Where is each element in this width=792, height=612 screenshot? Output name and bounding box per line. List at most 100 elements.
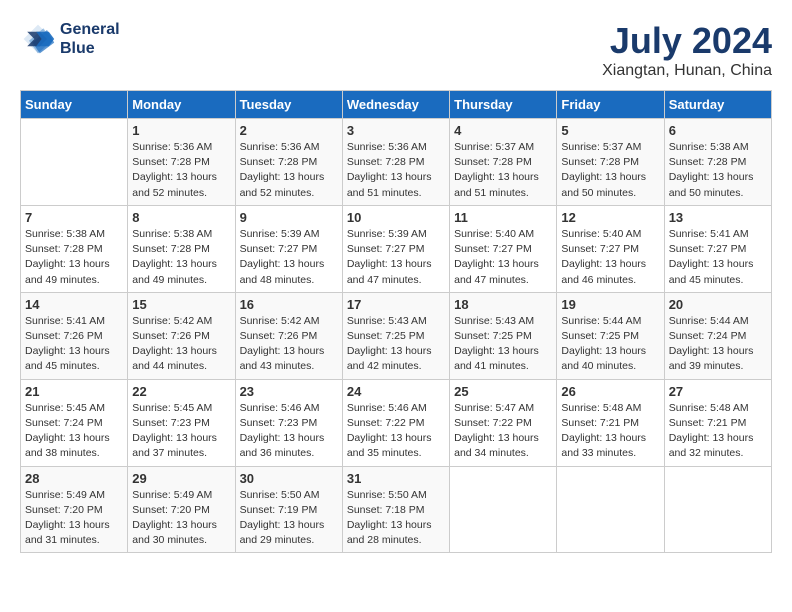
day-number: 20 (669, 297, 767, 312)
column-header-monday: Monday (128, 91, 235, 119)
day-number: 30 (240, 471, 338, 486)
logo-line1: General (60, 21, 120, 38)
calendar-table: SundayMondayTuesdayWednesdayThursdayFrid… (20, 90, 772, 553)
day-info: Sunrise: 5:38 AM Sunset: 7:28 PM Dayligh… (132, 227, 230, 288)
calendar-cell (664, 466, 771, 553)
calendar-cell (450, 466, 557, 553)
calendar-cell: 8 Sunrise: 5:38 AM Sunset: 7:28 PM Daylig… (128, 205, 235, 292)
calendar-cell: 31 Sunrise: 5:50 AM Sunset: 7:18 PM Dayli… (342, 466, 449, 553)
day-info: Sunrise: 5:39 AM Sunset: 7:27 PM Dayligh… (347, 227, 445, 288)
day-info: Sunrise: 5:45 AM Sunset: 7:23 PM Dayligh… (132, 401, 230, 462)
calendar-cell: 7 Sunrise: 5:38 AM Sunset: 7:28 PM Daylig… (21, 205, 128, 292)
calendar-cell (557, 466, 664, 553)
day-number: 3 (347, 123, 445, 138)
day-number: 16 (240, 297, 338, 312)
day-info: Sunrise: 5:46 AM Sunset: 7:22 PM Dayligh… (347, 401, 445, 462)
day-info: Sunrise: 5:46 AM Sunset: 7:23 PM Dayligh… (240, 401, 338, 462)
calendar-cell: 5 Sunrise: 5:37 AM Sunset: 7:28 PM Daylig… (557, 119, 664, 206)
calendar-cell: 4 Sunrise: 5:37 AM Sunset: 7:28 PM Daylig… (450, 119, 557, 206)
day-info: Sunrise: 5:38 AM Sunset: 7:28 PM Dayligh… (25, 227, 123, 288)
day-info: Sunrise: 5:37 AM Sunset: 7:28 PM Dayligh… (561, 140, 659, 201)
calendar-cell: 9 Sunrise: 5:39 AM Sunset: 7:27 PM Daylig… (235, 205, 342, 292)
day-info: Sunrise: 5:49 AM Sunset: 7:20 PM Dayligh… (25, 488, 123, 549)
day-number: 2 (240, 123, 338, 138)
day-info: Sunrise: 5:41 AM Sunset: 7:26 PM Dayligh… (25, 314, 123, 375)
calendar-cell (21, 119, 128, 206)
day-info: Sunrise: 5:42 AM Sunset: 7:26 PM Dayligh… (132, 314, 230, 375)
calendar-cell: 18 Sunrise: 5:43 AM Sunset: 7:25 PM Dayli… (450, 292, 557, 379)
column-header-saturday: Saturday (664, 91, 771, 119)
calendar-cell: 17 Sunrise: 5:43 AM Sunset: 7:25 PM Dayli… (342, 292, 449, 379)
day-number: 1 (132, 123, 230, 138)
calendar-cell: 25 Sunrise: 5:47 AM Sunset: 7:22 PM Dayli… (450, 379, 557, 466)
calendar-cell: 11Sunrise: 5:40 AM Sunset: 7:27 PM Dayli… (450, 205, 557, 292)
week-row-2: 7 Sunrise: 5:38 AM Sunset: 7:28 PM Daylig… (21, 205, 772, 292)
day-info: Sunrise: 5:37 AM Sunset: 7:28 PM Dayligh… (454, 140, 552, 201)
day-info: Sunrise: 5:50 AM Sunset: 7:19 PM Dayligh… (240, 488, 338, 549)
column-header-sunday: Sunday (21, 91, 128, 119)
day-number: 21 (25, 384, 123, 399)
day-info: Sunrise: 5:47 AM Sunset: 7:22 PM Dayligh… (454, 401, 552, 462)
week-row-3: 14 Sunrise: 5:41 AM Sunset: 7:26 PM Dayli… (21, 292, 772, 379)
day-number: 18 (454, 297, 552, 312)
month-year-title: July 2024 (602, 20, 772, 62)
calendar-cell: 13 Sunrise: 5:41 AM Sunset: 7:27 PM Dayli… (664, 205, 771, 292)
day-info: Sunrise: 5:39 AM Sunset: 7:27 PM Dayligh… (240, 227, 338, 288)
calendar-cell: 10Sunrise: 5:39 AM Sunset: 7:27 PM Dayli… (342, 205, 449, 292)
calendar-cell: 24 Sunrise: 5:46 AM Sunset: 7:22 PM Dayli… (342, 379, 449, 466)
calendar-cell: 6Sunrise: 5:38 AM Sunset: 7:28 PM Daylig… (664, 119, 771, 206)
day-number: 8 (132, 210, 230, 225)
calendar-cell: 26Sunrise: 5:48 AM Sunset: 7:21 PM Dayli… (557, 379, 664, 466)
calendar-cell: 22Sunrise: 5:45 AM Sunset: 7:23 PM Dayli… (128, 379, 235, 466)
week-row-4: 21 Sunrise: 5:45 AM Sunset: 7:24 PM Dayli… (21, 379, 772, 466)
logo-line2: Blue (60, 40, 95, 57)
day-number: 4 (454, 123, 552, 138)
day-number: 15 (132, 297, 230, 312)
day-info: Sunrise: 5:40 AM Sunset: 7:27 PM Dayligh… (561, 227, 659, 288)
day-info: Sunrise: 5:42 AM Sunset: 7:26 PM Dayligh… (240, 314, 338, 375)
day-info: Sunrise: 5:50 AM Sunset: 7:18 PM Dayligh… (347, 488, 445, 549)
day-info: Sunrise: 5:36 AM Sunset: 7:28 PM Dayligh… (132, 140, 230, 201)
day-info: Sunrise: 5:45 AM Sunset: 7:24 PM Dayligh… (25, 401, 123, 462)
day-number: 24 (347, 384, 445, 399)
day-number: 28 (25, 471, 123, 486)
column-header-wednesday: Wednesday (342, 91, 449, 119)
day-number: 25 (454, 384, 552, 399)
week-row-1: 1 Sunrise: 5:36 AM Sunset: 7:28 PM Daylig… (21, 119, 772, 206)
calendar-cell: 14 Sunrise: 5:41 AM Sunset: 7:26 PM Dayli… (21, 292, 128, 379)
day-info: Sunrise: 5:43 AM Sunset: 7:25 PM Dayligh… (347, 314, 445, 375)
day-number: 14 (25, 297, 123, 312)
calendar-cell: 21 Sunrise: 5:45 AM Sunset: 7:24 PM Dayli… (21, 379, 128, 466)
calendar-cell: 1 Sunrise: 5:36 AM Sunset: 7:28 PM Daylig… (128, 119, 235, 206)
title-area: July 2024 Xiangtan, Hunan, China (602, 20, 772, 80)
calendar-cell: 29Sunrise: 5:49 AM Sunset: 7:20 PM Dayli… (128, 466, 235, 553)
day-info: Sunrise: 5:36 AM Sunset: 7:28 PM Dayligh… (240, 140, 338, 201)
calendar-header: SundayMondayTuesdayWednesdayThursdayFrid… (21, 91, 772, 119)
calendar-cell: 2 Sunrise: 5:36 AM Sunset: 7:28 PM Daylig… (235, 119, 342, 206)
day-number: 26 (561, 384, 659, 399)
day-info: Sunrise: 5:41 AM Sunset: 7:27 PM Dayligh… (669, 227, 767, 288)
day-info: Sunrise: 5:44 AM Sunset: 7:25 PM Dayligh… (561, 314, 659, 375)
logo: General Blue (20, 20, 120, 58)
logo-icon (20, 21, 56, 57)
day-number: 31 (347, 471, 445, 486)
column-header-thursday: Thursday (450, 91, 557, 119)
logo-text: General Blue (60, 20, 120, 58)
calendar-cell: 15 Sunrise: 5:42 AM Sunset: 7:26 PM Dayli… (128, 292, 235, 379)
day-number: 11 (454, 210, 552, 225)
day-info: Sunrise: 5:44 AM Sunset: 7:24 PM Dayligh… (669, 314, 767, 375)
day-number: 17 (347, 297, 445, 312)
day-number: 7 (25, 210, 123, 225)
calendar-body: 1 Sunrise: 5:36 AM Sunset: 7:28 PM Daylig… (21, 119, 772, 553)
day-number: 6 (669, 123, 767, 138)
calendar-cell: 12Sunrise: 5:40 AM Sunset: 7:27 PM Dayli… (557, 205, 664, 292)
page-header: General Blue July 2024 Xiangtan, Hunan, … (20, 20, 772, 80)
day-number: 9 (240, 210, 338, 225)
day-number: 5 (561, 123, 659, 138)
day-info: Sunrise: 5:43 AM Sunset: 7:25 PM Dayligh… (454, 314, 552, 375)
day-number: 13 (669, 210, 767, 225)
day-info: Sunrise: 5:49 AM Sunset: 7:20 PM Dayligh… (132, 488, 230, 549)
column-header-tuesday: Tuesday (235, 91, 342, 119)
calendar-cell: 16 Sunrise: 5:42 AM Sunset: 7:26 PM Dayli… (235, 292, 342, 379)
week-row-5: 28 Sunrise: 5:49 AM Sunset: 7:20 PM Dayli… (21, 466, 772, 553)
